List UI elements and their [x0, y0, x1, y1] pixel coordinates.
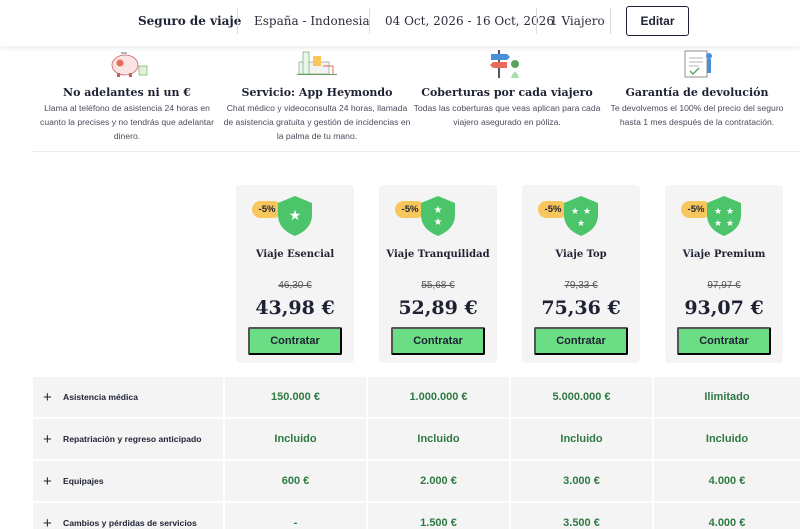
- coverage-label: Repatriación y regreso anticipado: [63, 434, 202, 444]
- coverage-row-changes: + Cambios y pérdidas de servicios - 1.50…: [33, 503, 800, 529]
- coverage-value: 3.000 €: [511, 461, 652, 501]
- divider: [536, 8, 537, 34]
- plus-icon: +: [43, 388, 52, 406]
- benefit-text: Te devolvemos el 100% del precio del seg…: [610, 103, 784, 127]
- plan-card-esencial: -5% ★ Viaje Esencial 46,30 € 43,98 € Con…: [236, 185, 354, 363]
- plan-price: 75,36 €: [541, 297, 621, 319]
- coverage-row-repatriation: + Repatriación y regreso anticipado Incl…: [33, 419, 800, 459]
- benefits-section: No adelantes ni un € Llama al teléfono d…: [32, 46, 800, 152]
- traveler-signpost-icon: [490, 50, 519, 78]
- svg-text:★: ★: [714, 219, 722, 229]
- edit-button[interactable]: Editar: [626, 6, 689, 36]
- contratar-button[interactable]: Contratar: [248, 327, 342, 355]
- benefit-title: Coberturas por cada viajero: [421, 86, 593, 99]
- original-price: 97,97 €: [707, 280, 741, 291]
- divider: [237, 8, 238, 34]
- original-price: 55,68 €: [421, 280, 455, 291]
- document-check-icon: [684, 50, 712, 78]
- coverage-value: 1.500 €: [368, 503, 509, 529]
- coverage-value: Ilimitado: [654, 377, 800, 417]
- plan-price: 52,89 €: [398, 297, 478, 319]
- shield-4-stars-icon: ★ ★ ★ ★: [707, 196, 741, 236]
- plan-name: Viaje Tranquilidad: [386, 249, 490, 260]
- coverage-value: 3.500 €: [511, 503, 652, 529]
- coverage-value: 4.000 €: [654, 461, 800, 501]
- plan-card-tranquilidad: -5% ★ ★ Viaje Tranquilidad 55,68 € 52,89…: [379, 185, 497, 363]
- shield-2-stars-icon: ★ ★: [421, 196, 455, 236]
- plus-icon: +: [43, 514, 52, 529]
- svg-text:★: ★: [289, 208, 302, 224]
- plan-name: Viaje Premium: [682, 249, 766, 260]
- shield-1-star-icon: ★: [278, 196, 312, 236]
- trip-route: España - Indonesia: [254, 14, 370, 28]
- plus-icon: +: [43, 430, 52, 448]
- svg-text:★: ★: [726, 219, 734, 229]
- coverage-toggle[interactable]: + Equipajes: [33, 461, 223, 501]
- coverage-value: Incluido: [654, 419, 800, 459]
- plan-card-top: -5% ★ ★ ★ Viaje Top 79,33 € 75,36 € Cont…: [522, 185, 640, 363]
- plan-card-premium: -5% ★ ★ ★ ★ Viaje Premium 97,97 € 93,07 …: [665, 185, 783, 363]
- coverage-label: Equipajes: [63, 476, 104, 486]
- benefit-title: No adelantes ni un €: [63, 86, 191, 99]
- contratar-button[interactable]: Contratar: [677, 327, 771, 355]
- benefit-title: Garantía de devolución: [625, 86, 769, 99]
- coverage-value: Incluido: [368, 419, 509, 459]
- coverage-value: -: [225, 503, 366, 529]
- coverage-value: Incluido: [511, 419, 652, 459]
- original-price: 79,33 €: [564, 280, 598, 291]
- plan-name: Viaje Top: [555, 249, 607, 260]
- coverage-label: Asistencia médica: [63, 392, 138, 402]
- coverage-value: 600 €: [225, 461, 366, 501]
- plan-price: 43,98 €: [255, 297, 335, 319]
- coverage-value: 5.000.000 €: [511, 377, 652, 417]
- coverage-toggle[interactable]: + Cambios y pérdidas de servicios: [33, 503, 223, 529]
- svg-text:★: ★: [434, 205, 443, 216]
- svg-text:★: ★: [434, 217, 443, 228]
- plus-icon: +: [43, 472, 52, 490]
- divider: [610, 8, 611, 34]
- contratar-button[interactable]: Contratar: [391, 327, 485, 355]
- coverage-label: Cambios y pérdidas de servicios: [63, 518, 197, 528]
- traveler-count: 1 Viajero: [550, 14, 605, 28]
- coverage-row-luggage: + Equipajes 600 € 2.000 € 3.000 € 4.000 …: [33, 461, 800, 501]
- svg-text:★: ★: [726, 207, 734, 217]
- shield-3-stars-icon: ★ ★ ★: [564, 196, 598, 236]
- coverage-row-medical: + Asistencia médica 150.000 € 1.000.000 …: [33, 377, 800, 417]
- coverage-value: 1.000.000 €: [368, 377, 509, 417]
- piggy-bank-icon: [111, 52, 148, 77]
- mobile-app-icon: [297, 51, 337, 75]
- svg-text:★: ★: [583, 207, 591, 217]
- coverage-toggle[interactable]: + Asistencia médica: [33, 377, 223, 417]
- benefit-text: Llama al teléfono de asistencia 24 horas…: [40, 103, 214, 141]
- coverage-value: 150.000 €: [225, 377, 366, 417]
- svg-text:★: ★: [714, 207, 722, 217]
- coverage-value: 4.000 €: [654, 503, 800, 529]
- coverage-value: Incluido: [225, 419, 366, 459]
- original-price: 46,30 €: [278, 280, 312, 291]
- benefit-text: Todas las coberturas que veas aplican pa…: [413, 103, 601, 127]
- product-title: Seguro de viaje: [138, 14, 242, 28]
- search-summary-bar: Seguro de viaje España - Indonesia 04 Oc…: [0, 0, 800, 46]
- svg-text:★: ★: [571, 207, 579, 217]
- benefit-text: Chat médico y videoconsulta 24 horas, ll…: [223, 103, 411, 141]
- coverage-value: 2.000 €: [368, 461, 509, 501]
- plan-name: Viaje Esencial: [255, 249, 335, 260]
- divider: [369, 8, 370, 34]
- svg-text:★: ★: [577, 219, 585, 229]
- coverage-toggle[interactable]: + Repatriación y regreso anticipado: [33, 419, 223, 459]
- plan-price: 93,07 €: [684, 297, 764, 319]
- benefit-title: Servicio: App Heymondo: [241, 86, 393, 99]
- contratar-button[interactable]: Contratar: [534, 327, 628, 355]
- trip-dates: 04 Oct, 2026 - 16 Oct, 2026: [385, 14, 554, 28]
